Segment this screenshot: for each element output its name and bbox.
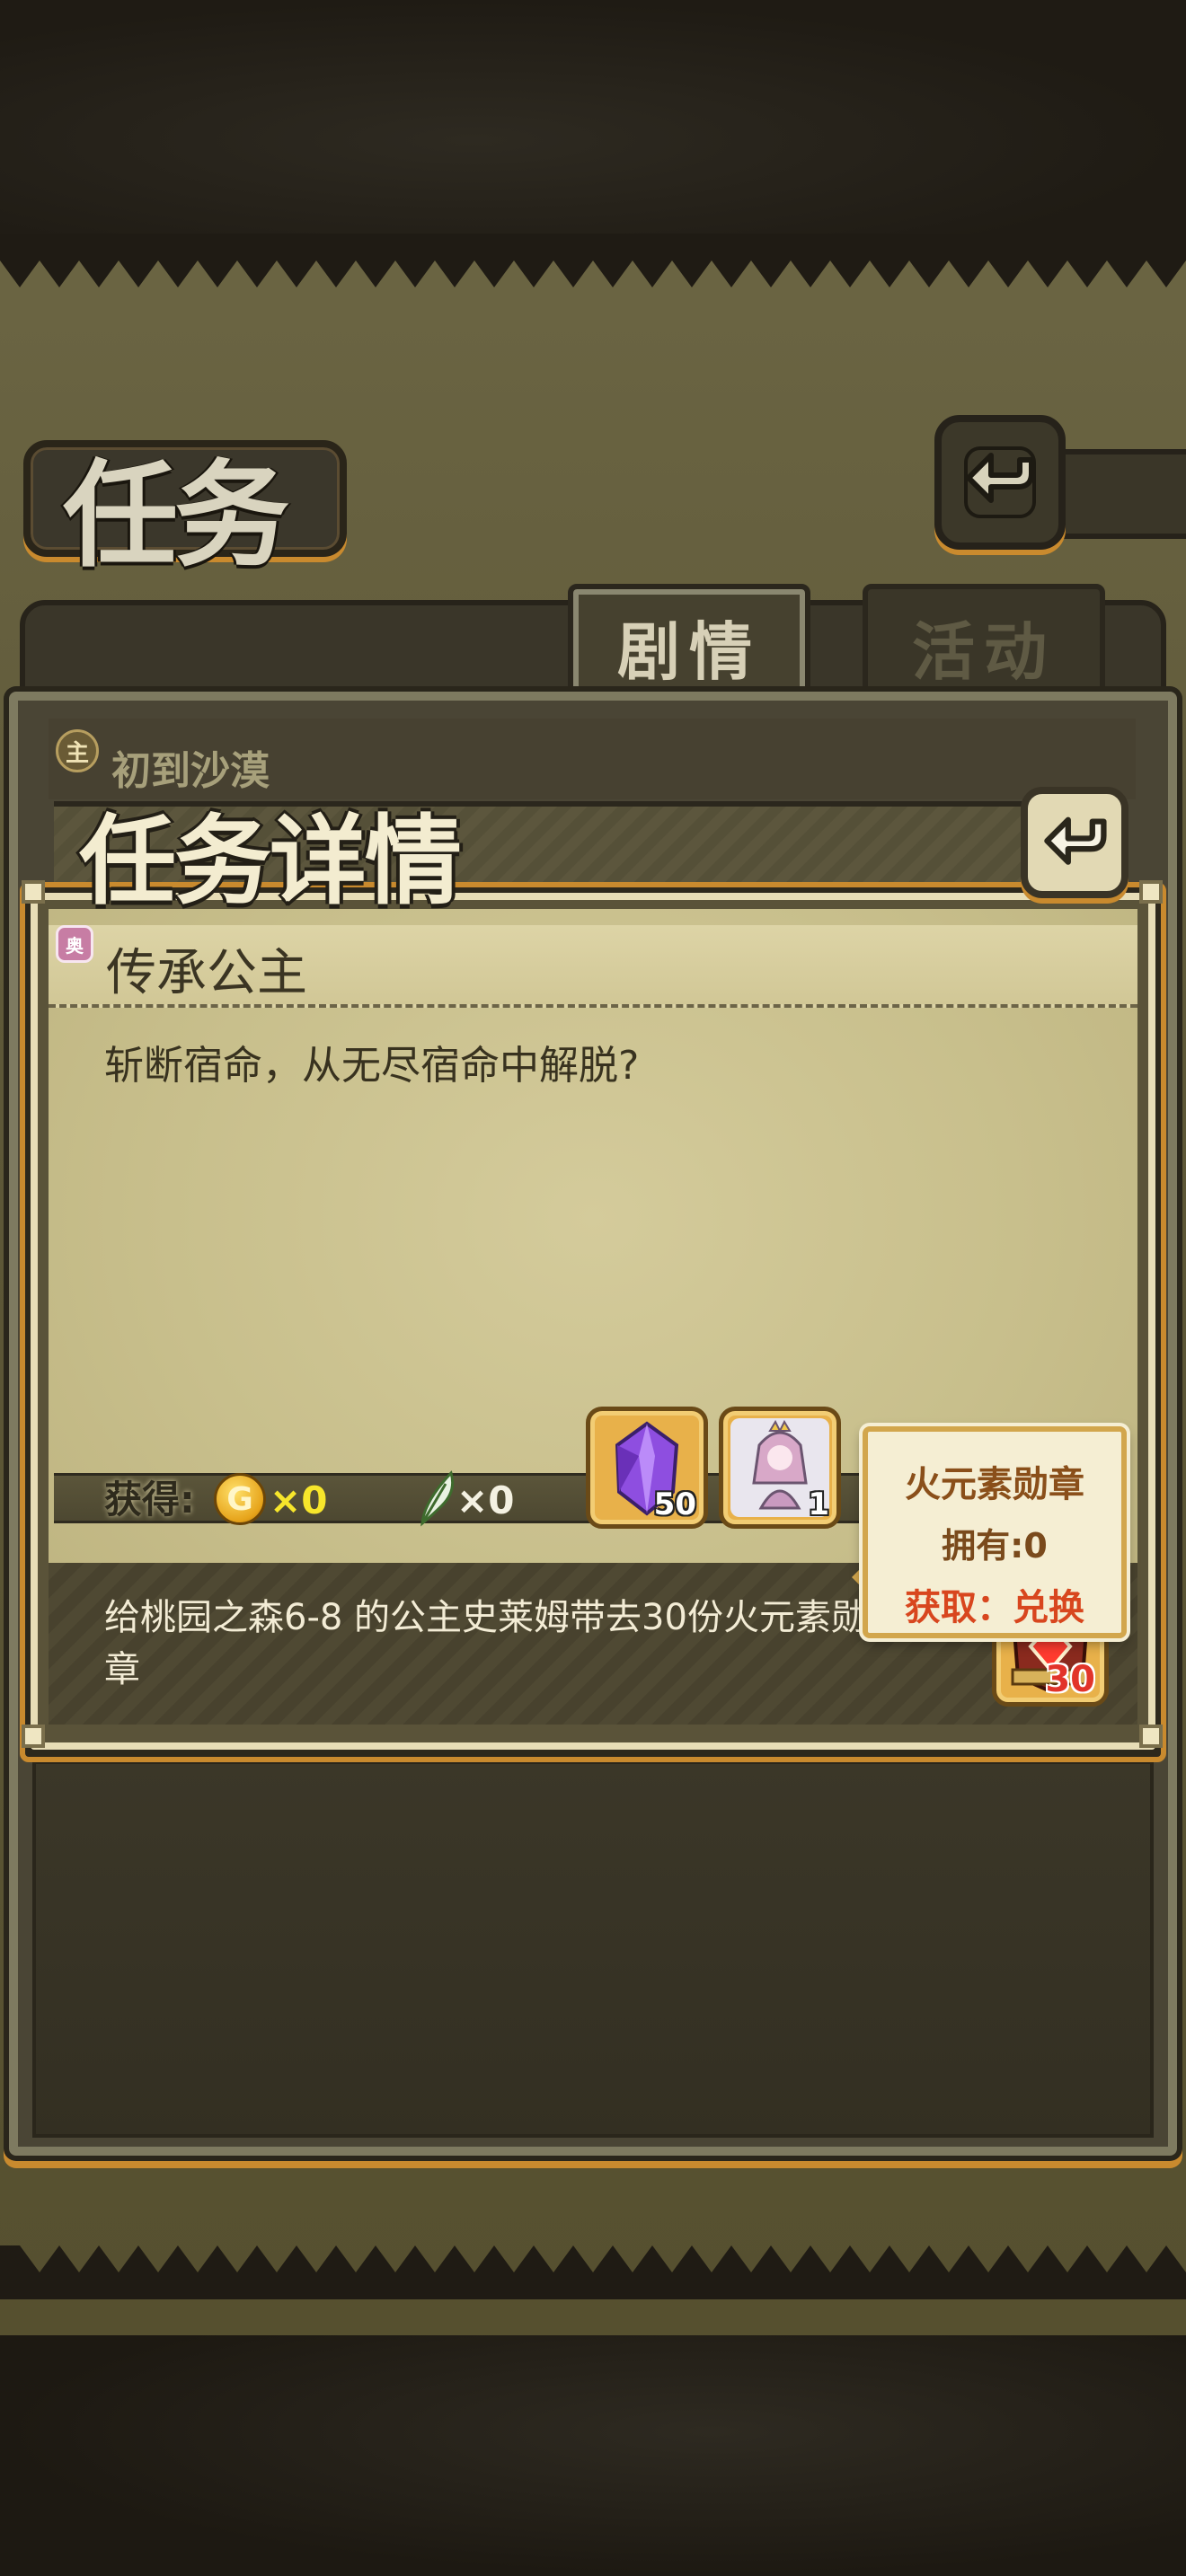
feather-reward-count: ×0 <box>456 1478 515 1522</box>
tab-events[interactable]: 活动 <box>863 584 1105 710</box>
tooltip-item-name: 火元素勋章 <box>905 1464 1084 1505</box>
detail-back-button[interactable] <box>1021 787 1128 898</box>
background-bottom <box>0 2335 1186 2576</box>
frame-corner <box>1139 1725 1163 1748</box>
tooltip-owned-count: 拥有:0 <box>942 1526 1048 1566</box>
page-title: 任务 <box>63 449 289 583</box>
zigzag-border-bottom <box>0 2245 1186 2299</box>
quest-list-empty-area <box>32 1760 1154 2138</box>
reward-item-count: 1 <box>808 1486 829 1522</box>
background-top <box>0 0 1186 234</box>
frame-corner <box>1139 880 1163 904</box>
quest-type-icon: 奥 <box>56 925 93 963</box>
detail-title: 任务详情 <box>79 806 462 918</box>
reward-item-crystal[interactable]: 50 <box>586 1407 708 1529</box>
reward-label: 获得: <box>104 1478 195 1522</box>
item-tooltip: 火元素勋章 拥有:0 获取：兑换 <box>863 1426 1127 1638</box>
gold-reward-count: ×0 <box>270 1478 328 1522</box>
main-quest-badge: 主 <box>56 729 99 772</box>
quest-description: 斩断宿命，从无尽宿命中解脱? <box>104 1043 640 1089</box>
feather-icon <box>420 1470 455 1527</box>
back-button-rail <box>1060 449 1186 539</box>
reward-item-count: 50 <box>653 1486 696 1522</box>
tooltip-obtain-link[interactable]: 获取：兑换 <box>868 1578 1121 1630</box>
reward-item-princess[interactable]: 1 <box>719 1407 841 1529</box>
back-arrow-icon <box>964 446 1036 518</box>
zigzag-border-top <box>0 234 1186 287</box>
frame-corner <box>22 880 45 904</box>
back-button[interactable] <box>934 415 1066 550</box>
quest-objective: 给桃园之森6-8 的公主史莱姆带去30份火元素勋章 <box>104 1597 867 1690</box>
back-arrow-icon <box>1044 816 1107 865</box>
gold-coin-icon: G <box>214 1473 266 1525</box>
tab-story[interactable]: 剧情 <box>568 584 810 710</box>
quest-name: 传承公主 <box>106 944 307 1002</box>
required-item-count: 30 <box>1045 1659 1095 1700</box>
frame-corner <box>22 1725 45 1748</box>
